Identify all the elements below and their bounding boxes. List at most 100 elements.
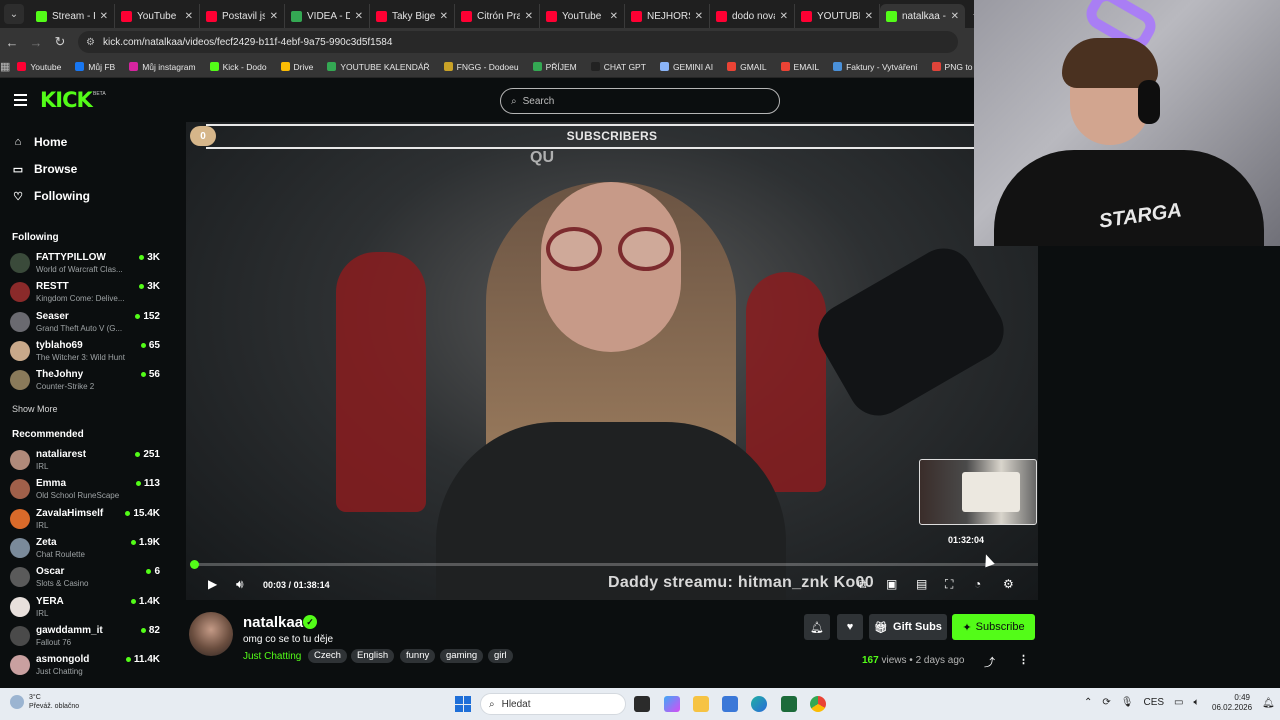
channel-item[interactable]: Zeta Chat Roulette 1.9K [10,535,160,561]
close-icon[interactable]: ✕ [270,11,278,22]
bookmark-item[interactable]: Faktury - Vytváření [833,62,918,72]
terminal-icon[interactable] [781,696,797,712]
clock[interactable]: 0:49 06.02.2026 [1212,693,1252,713]
bookmark-item[interactable]: CHAT GPT [590,62,646,72]
tag-chip[interactable]: funny [400,649,436,663]
microphone-icon[interactable]: 🎙︎ [1121,697,1134,708]
category-link[interactable]: Just Chatting [243,651,301,662]
taskbar-search[interactable]: ⌕ Hledat [480,693,626,715]
volume-icon[interactable]: 🔈︎ [1194,697,1200,708]
channel-item[interactable]: tyblaho69 The Witcher 3: Wild Hunt 65 [10,338,160,364]
tag-chip[interactable]: girl [488,649,513,663]
close-icon[interactable]: ✕ [355,11,363,22]
tray-overflow-icon[interactable]: ⌃ [1084,697,1092,708]
tab-search-button[interactable]: ⌄ [4,4,24,24]
channel-item[interactable]: ZavalaHimself IRL 15.4K [10,506,160,532]
tag-chip[interactable]: gaming [440,649,484,663]
follow-button[interactable]: ♥ [837,614,863,640]
sidebar-item-following[interactable]: ♡ Following [12,189,90,203]
browser-tab[interactable]: Taky Bige ✕ [370,4,455,28]
sidebar-item-browse[interactable]: ▭ Browse [12,162,78,176]
channel-item[interactable]: YERA IRL 1.4K [10,594,160,620]
close-icon[interactable]: ✕ [100,11,108,22]
task-view-icon[interactable] [634,696,650,712]
tag-chip[interactable]: English [351,649,395,663]
miniplayer-icon[interactable]: ⧉ [858,577,867,592]
bookmark-item[interactable]: Youtube [17,62,61,72]
streamer-name[interactable]: natalkaa [243,614,303,631]
copilot-icon[interactable] [664,696,680,712]
display-icon[interactable]: ▭ [1174,697,1183,708]
back-icon[interactable]: ← [0,35,24,50]
close-icon[interactable]: ✕ [780,11,788,22]
channel-item[interactable]: FATTYPILLOW World of Warcraft Clas... 3K [10,250,160,276]
kick-logo[interactable]: KICK [40,88,93,112]
bookmark-item[interactable]: Můj FB [75,62,115,72]
url-field[interactable]: ⚙ kick.com/natalkaa/videos/fecf2429-b11f… [78,31,958,53]
volume-icon[interactable]: 🔊︎ [236,577,244,592]
close-icon[interactable]: ✕ [951,11,959,22]
channel-item[interactable]: Seaser Grand Theft Auto V (G... 152 [10,309,160,335]
start-button[interactable] [455,696,471,712]
play-icon[interactable]: ▶ [208,577,217,591]
close-icon[interactable]: ✕ [865,11,873,22]
browser-tab[interactable]: dodo nová ✕ [710,4,795,28]
browser-tab[interactable]: natalkaa - ✕ [880,4,965,28]
streamer-avatar[interactable] [189,612,233,656]
browser-tab[interactable]: Stream - K ✕ [30,4,115,28]
channel-item[interactable]: Oscar Slots & Casino 6 [10,564,160,590]
playback-speed-icon[interactable]: ◔ [974,577,981,591]
new-tab-button[interactable]: + [965,6,974,22]
bookmark-item[interactable]: GEMINI AI [659,62,713,72]
input-language[interactable]: CES [1143,697,1164,708]
channel-item[interactable]: TheJohny Counter-Strike 2 56 [10,367,160,393]
close-icon[interactable]: ✕ [185,11,193,22]
bookmark-item[interactable]: EMAIL [780,62,819,72]
theater-mode-icon[interactable]: ▤ [916,577,927,591]
channel-item[interactable]: asmongold Just Chatting 11.4K [10,652,160,678]
close-icon[interactable]: ✕ [525,11,533,22]
channel-item[interactable]: Emma Old School RuneScape 113 [10,476,160,502]
bookmark-item[interactable]: Drive [280,62,313,72]
channel-item[interactable]: gawddamm_it Fallout 76 82 [10,623,160,649]
clip-icon[interactable]: ▣ [886,577,897,591]
close-icon[interactable]: ✕ [695,11,703,22]
site-info-icon[interactable]: ⚙ [86,37,95,48]
notification-bell-icon[interactable]: 🔔︎ [1262,698,1275,709]
reload-icon[interactable]: ↻ [48,34,72,50]
video-player[interactable]: 0 SUBSCRIBERS QU 01:32:04 ▶ 🔊︎ 00:03 / 0… [186,122,1038,600]
sidebar-item-home[interactable]: ⌂ Home [12,135,68,149]
store-icon[interactable] [722,696,738,712]
forward-icon[interactable]: → [24,35,48,50]
chrome-icon[interactable] [810,696,826,712]
search-input[interactable]: ⌕ Search [500,88,780,114]
bookmark-item[interactable]: YOUTUBE KALENDÁŘ [327,62,430,72]
close-icon[interactable]: ✕ [610,11,618,22]
edge-icon[interactable] [751,696,767,712]
browser-tab[interactable]: YouTube ✕ [540,4,625,28]
fullscreen-icon[interactable]: ⛶ [945,577,953,592]
seek-bar[interactable] [189,560,1038,569]
settings-gear-icon[interactable]: ⚙ [1003,577,1014,591]
browser-tab[interactable]: YouTube ✕ [115,4,200,28]
bookmark-item[interactable]: Kick - Dodo [209,62,267,72]
apps-grid-icon[interactable]: ▦ [0,60,10,73]
browser-tab[interactable]: Postavil jsi ✕ [200,4,285,28]
notifications-bell-button[interactable]: 🔔︎ [804,614,830,640]
bookmark-item[interactable]: PŘÍJEM [532,62,577,72]
file-explorer-icon[interactable] [693,696,709,712]
seek-bar-handle[interactable] [189,560,199,569]
channel-item[interactable]: RESTT Kingdom Come: Delive... 3K [10,279,160,305]
more-options-icon[interactable]: ⋮ [1018,653,1029,666]
sync-icon[interactable]: ⟳ [1102,697,1110,708]
show-more-link[interactable]: Show More [12,404,58,414]
weather-widget[interactable]: 3°C Převáž. oblačno [10,693,79,711]
bookmark-item[interactable]: PNG to PDF [931,62,974,72]
bookmark-item[interactable]: FNGG - Dodoeu [443,62,519,72]
tag-chip[interactable]: Czech [308,649,347,663]
menu-icon[interactable] [14,94,27,109]
close-icon[interactable]: ✕ [440,11,448,22]
subscribe-button[interactable]: ✦ Subscribe [952,614,1035,640]
gift-subs-button[interactable]: 🎁︎ Gift Subs [869,614,947,640]
browser-tab[interactable]: NEJHORŠÍ ✕ [625,4,710,28]
